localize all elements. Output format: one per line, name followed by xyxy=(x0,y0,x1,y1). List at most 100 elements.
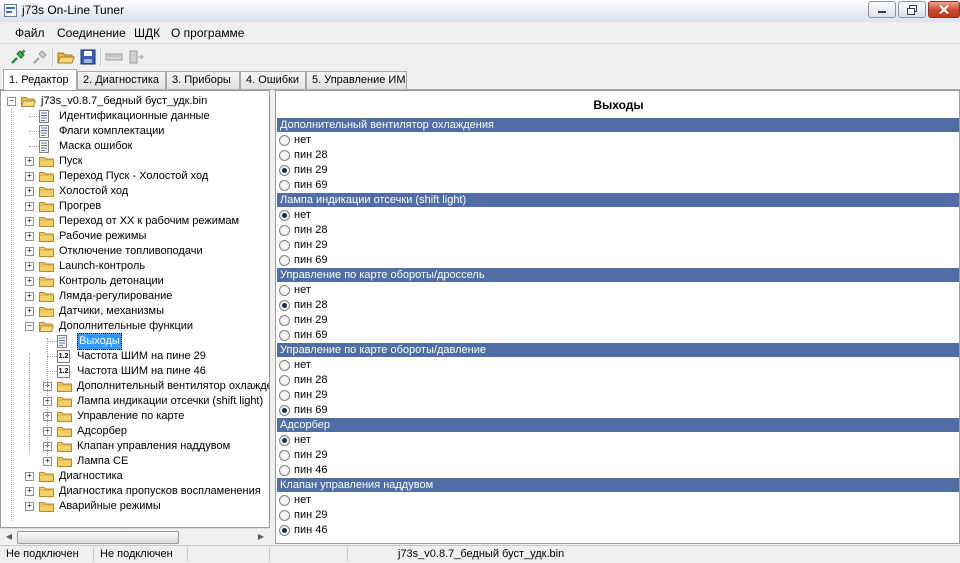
scroll-left-icon[interactable]: ◀ xyxy=(2,531,16,543)
tree-item[interactable]: + Контроль детонации xyxy=(1,274,269,289)
tree-item[interactable]: + Лампа CE xyxy=(1,454,269,469)
radio-unchecked-icon[interactable] xyxy=(279,285,290,296)
menu-about[interactable]: О программе xyxy=(171,26,244,40)
read-icon[interactable] xyxy=(105,48,123,66)
expand-icon[interactable]: + xyxy=(25,262,34,271)
tree-item[interactable]: + Переход от ХХ к рабочим режимам xyxy=(1,214,269,229)
tree-item[interactable]: + Лампа индикации отсечки (shift light) xyxy=(1,394,269,409)
radio-unchecked-icon[interactable] xyxy=(279,330,290,341)
radio-unchecked-icon[interactable] xyxy=(279,510,290,521)
tree-panel[interactable]: − j73s_v0.8.7_бедный буст_удк.bin Идентифи… xyxy=(0,90,270,528)
expand-icon[interactable]: + xyxy=(25,307,34,316)
tab-actuators[interactable]: 5. Управление ИМ xyxy=(306,71,407,89)
menu-file[interactable]: Файл xyxy=(15,26,45,40)
tree-item[interactable]: Выходы xyxy=(1,333,269,350)
scroll-right-icon[interactable]: ▶ xyxy=(254,531,268,543)
maximize-button[interactable] xyxy=(898,1,926,18)
write-icon[interactable] xyxy=(127,48,145,66)
expand-icon[interactable]: + xyxy=(25,247,34,256)
radio-unchecked-icon[interactable] xyxy=(279,135,290,146)
tree-item[interactable]: + Клапан управления наддувом xyxy=(1,439,269,454)
collapse-icon[interactable]: − xyxy=(25,322,34,331)
radio-unchecked-icon[interactable] xyxy=(279,315,290,326)
radio-unchecked-icon[interactable] xyxy=(279,450,290,461)
tree-item[interactable]: + Диагностика пропусков воспламенения xyxy=(1,484,269,499)
radio-unchecked-icon[interactable] xyxy=(279,360,290,371)
list-document-icon xyxy=(39,125,49,138)
expand-icon[interactable]: + xyxy=(25,157,34,166)
expand-icon[interactable]: + xyxy=(25,232,34,241)
expand-icon[interactable]: + xyxy=(25,487,34,496)
tree-item[interactable]: + Управление по карте xyxy=(1,409,269,424)
save-icon[interactable] xyxy=(79,48,97,66)
tab-diagnostics[interactable]: 2. Диагностика xyxy=(77,71,166,89)
tree-item[interactable]: Маска ошибок xyxy=(1,139,269,154)
tree-item[interactable]: + Лямда-регулирование xyxy=(1,289,269,304)
tab-gauges[interactable]: 3. Приборы xyxy=(166,71,240,89)
expand-icon[interactable]: + xyxy=(25,277,34,286)
radio-checked-icon[interactable] xyxy=(279,405,290,416)
scroll-thumb[interactable] xyxy=(17,531,179,544)
tree-item[interactable]: + Датчики, механизмы xyxy=(1,304,269,319)
tree-item[interactable]: − Дополнительные функции xyxy=(1,319,269,334)
radio-option-label: нет xyxy=(294,284,311,296)
tree-item[interactable]: + Холостой ход xyxy=(1,184,269,199)
expand-icon[interactable]: + xyxy=(25,217,34,226)
close-button[interactable] xyxy=(928,1,960,18)
radio-checked-icon[interactable] xyxy=(279,525,290,536)
tree-item[interactable]: + Прогрев xyxy=(1,199,269,214)
connect-icon[interactable] xyxy=(9,48,27,66)
expand-icon[interactable]: + xyxy=(25,187,34,196)
menu-shdk[interactable]: ШДК xyxy=(134,26,160,40)
expand-icon[interactable]: + xyxy=(25,502,34,511)
close-icon xyxy=(939,5,949,14)
disconnect-icon[interactable] xyxy=(31,48,49,66)
tree-item[interactable]: + Launch-контроль xyxy=(1,259,269,274)
tree-item[interactable]: + Диагностика xyxy=(1,469,269,484)
expand-icon[interactable]: + xyxy=(43,457,52,466)
tree-item[interactable]: + Пуск xyxy=(1,154,269,169)
tree-item[interactable]: Идентификационные данные xyxy=(1,109,269,124)
expand-icon[interactable]: + xyxy=(25,292,34,301)
radio-checked-icon[interactable] xyxy=(279,300,290,311)
tree-item[interactable]: + Адсорбер xyxy=(1,424,269,439)
collapse-icon[interactable]: − xyxy=(7,97,16,106)
radio-unchecked-icon[interactable] xyxy=(279,495,290,506)
folder-icon xyxy=(39,232,54,242)
radio-option-label: пин 29 xyxy=(294,389,328,401)
tab-editor[interactable]: 1. Редактор xyxy=(3,69,77,90)
tree-item[interactable]: 1.2 Частота ШИМ на пине 46 xyxy=(1,364,269,379)
tree-item[interactable]: + Переход Пуск - Холостой ход xyxy=(1,169,269,184)
expand-icon[interactable]: + xyxy=(25,172,34,181)
folder-icon xyxy=(57,457,72,467)
tab-errors[interactable]: 4. Ошибки xyxy=(240,71,306,89)
radio-option-label: пин 29 xyxy=(294,314,328,326)
radio-unchecked-icon[interactable] xyxy=(279,225,290,236)
expand-icon[interactable]: + xyxy=(25,472,34,481)
tree-item[interactable]: + Рабочие режимы xyxy=(1,229,269,244)
minimize-button[interactable] xyxy=(868,1,896,18)
tree-item[interactable]: + Дополнительный вентилятор охлаждения xyxy=(1,379,269,394)
menu-connection[interactable]: Соединение xyxy=(57,26,126,40)
radio-unchecked-icon[interactable] xyxy=(279,240,290,251)
radio-checked-icon[interactable] xyxy=(279,210,290,221)
tree-item-label: Отключение топливоподачи xyxy=(59,245,203,257)
tree-item[interactable]: − j73s_v0.8.7_бедный буст_удк.bin xyxy=(1,94,269,109)
radio-checked-icon[interactable] xyxy=(279,435,290,446)
folder-icon xyxy=(57,397,72,407)
radio-unchecked-icon[interactable] xyxy=(279,465,290,476)
open-folder-icon[interactable] xyxy=(57,48,75,66)
radio-unchecked-icon[interactable] xyxy=(279,150,290,161)
horizontal-scrollbar[interactable]: ◀ ▶ xyxy=(1,528,269,545)
radio-unchecked-icon[interactable] xyxy=(279,255,290,266)
tree-item[interactable]: 1.2 Частота ШИМ на пине 29 xyxy=(1,349,269,364)
tree-item[interactable]: Флаги комплектации xyxy=(1,124,269,139)
tree-item[interactable]: + Аварийные режимы xyxy=(1,499,269,514)
tree-item[interactable]: + Отключение топливоподачи xyxy=(1,244,269,259)
panel-title: Выходы xyxy=(593,98,644,112)
radio-unchecked-icon[interactable] xyxy=(279,375,290,386)
expand-icon[interactable]: + xyxy=(25,202,34,211)
radio-unchecked-icon[interactable] xyxy=(279,390,290,401)
radio-unchecked-icon[interactable] xyxy=(279,180,290,191)
radio-checked-icon[interactable] xyxy=(279,165,290,176)
